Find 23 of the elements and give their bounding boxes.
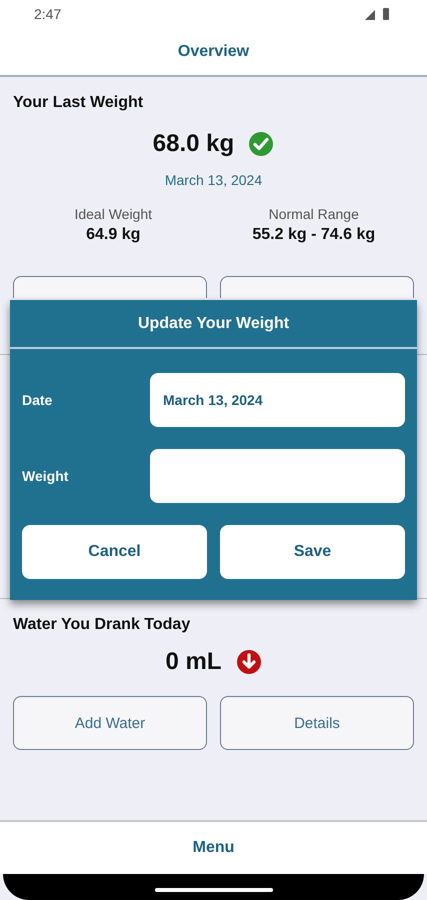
dialog-title: Update Your Weight xyxy=(138,314,290,332)
action-button[interactable]: Add Water xyxy=(13,696,207,750)
water-value: 0 mL xyxy=(165,648,222,676)
field-label: Date xyxy=(22,392,54,408)
field-label: Weight xyxy=(22,468,70,484)
stat-value: 55.2 kg - 74.6 kg xyxy=(252,226,376,244)
stat-value: 64.9 kg xyxy=(86,226,140,244)
section-title: Your Last Weight xyxy=(13,94,144,112)
input-field[interactable]: March 13, 2024 xyxy=(150,373,405,427)
dialog-button[interactable]: Cancel xyxy=(22,525,207,579)
screen-title: Overview xyxy=(178,42,250,60)
stat-label: Normal Range xyxy=(268,206,359,222)
stat-label: Ideal Weight xyxy=(74,206,152,222)
status-time: 2:47 xyxy=(34,6,62,22)
input-field[interactable] xyxy=(150,449,405,503)
button[interactable] xyxy=(13,276,207,298)
weight-value: 68.0 kg xyxy=(152,130,234,158)
action-button[interactable]: Details xyxy=(220,696,414,750)
section-title: Water You Drank Today xyxy=(13,616,190,634)
dialog-button[interactable]: Save xyxy=(220,525,405,579)
menu-button[interactable]: Menu xyxy=(186,838,240,858)
weight-date: March 13, 2024 xyxy=(164,172,262,188)
button[interactable] xyxy=(220,276,414,298)
